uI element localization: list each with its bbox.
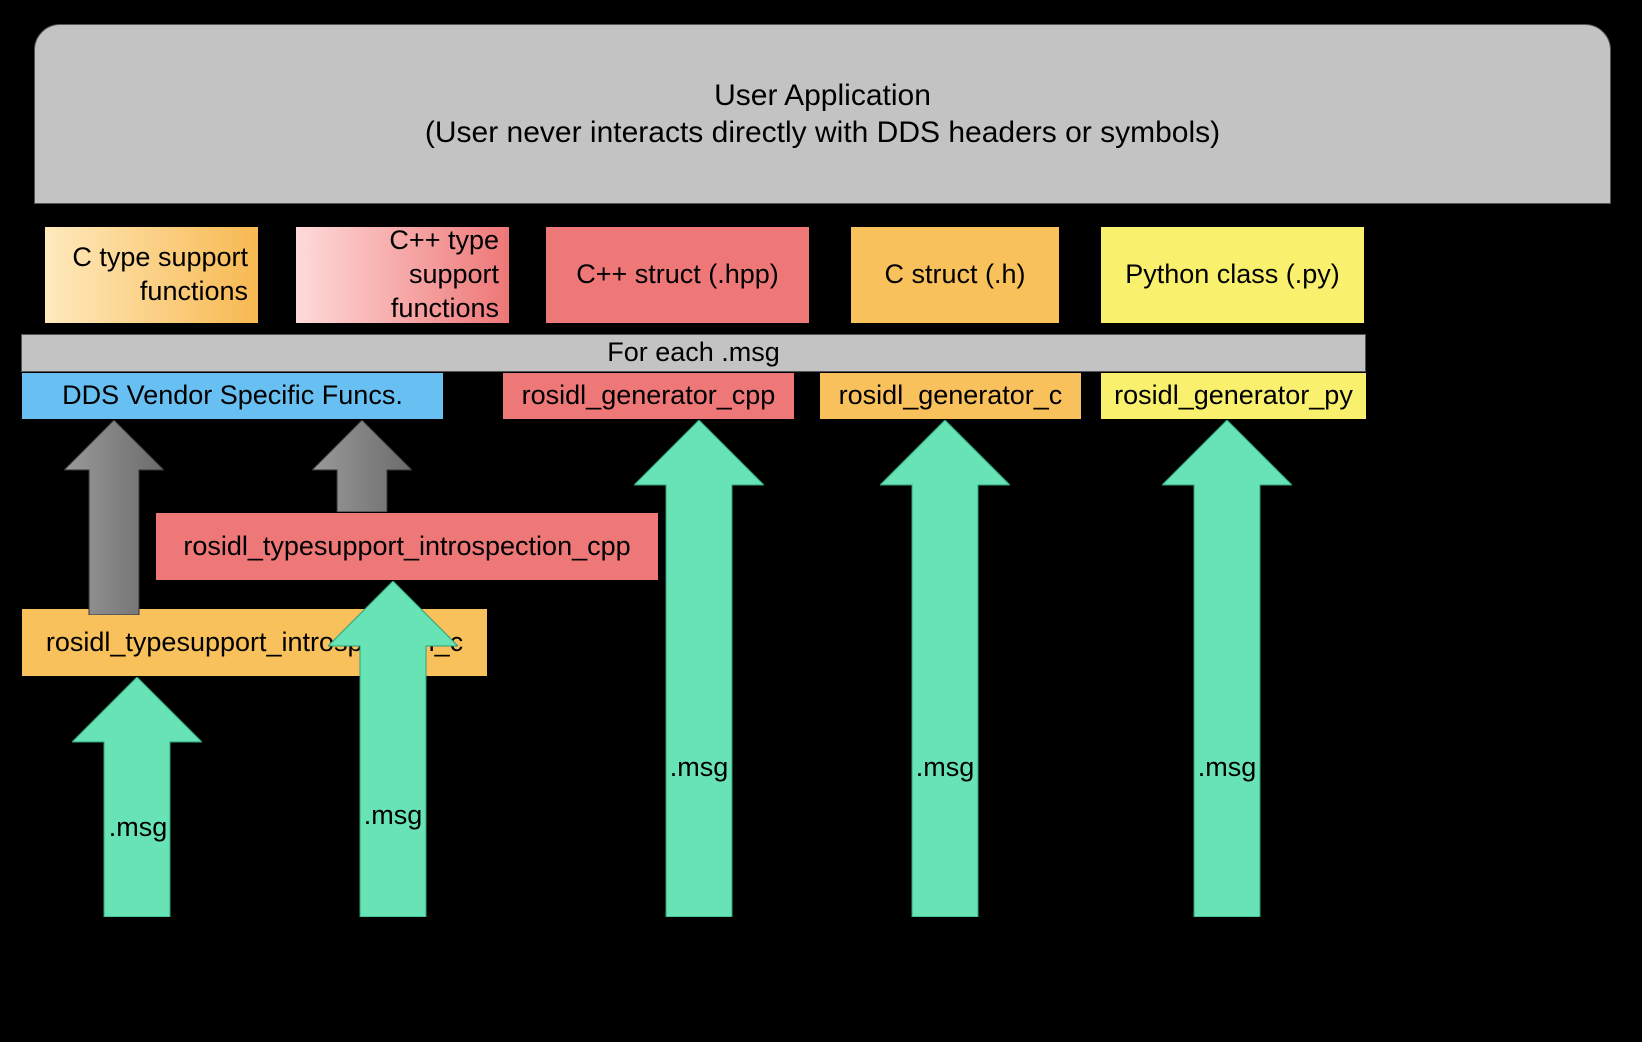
user-application-title: User Application bbox=[714, 77, 931, 115]
dds-vendor-label: DDS Vendor Specific Funcs. bbox=[62, 379, 403, 413]
python-class-label: Python class (.py) bbox=[1125, 258, 1340, 292]
rosidl-generator-cpp-box: rosidl_generator_cpp bbox=[502, 372, 795, 420]
arrow-msg-to-gen-py bbox=[1162, 420, 1292, 917]
python-class-box: Python class (.py) bbox=[1100, 226, 1365, 324]
rosidl-generator-c-label: rosidl_generator_c bbox=[839, 379, 1063, 413]
c-type-support-label: C type support functions bbox=[55, 241, 248, 309]
rosidl-generator-c-box: rosidl_generator_c bbox=[819, 372, 1082, 420]
c-struct-label: C struct (.h) bbox=[884, 258, 1025, 292]
for-each-msg-bar: For each .msg bbox=[21, 334, 1366, 372]
arrow-msg-to-gen-c bbox=[880, 420, 1010, 917]
rosidl-generator-py-label: rosidl_generator_py bbox=[1114, 379, 1353, 413]
for-each-msg-label: For each .msg bbox=[607, 336, 780, 370]
cpp-type-support-label: C++ type support functions bbox=[306, 224, 499, 325]
user-application-subtitle: (User never interacts directly with DDS … bbox=[425, 114, 1220, 152]
arrow-msg-to-gen-cpp bbox=[634, 420, 764, 917]
rosidl-generator-py-box: rosidl_generator_py bbox=[1100, 372, 1367, 420]
arrow-introspection-c-to-dds bbox=[64, 420, 164, 615]
cpp-struct-label: C++ struct (.hpp) bbox=[576, 258, 779, 292]
introspection-cpp-box: rosidl_typesupport_introspection_cpp bbox=[155, 512, 659, 581]
c-type-support-box: C type support functions bbox=[44, 226, 259, 324]
dds-vendor-box: DDS Vendor Specific Funcs. bbox=[21, 372, 444, 420]
user-application-box: User Application (User never interacts d… bbox=[34, 24, 1611, 204]
cpp-struct-box: C++ struct (.hpp) bbox=[545, 226, 810, 324]
introspection-cpp-label: rosidl_typesupport_introspection_cpp bbox=[183, 530, 630, 564]
arrow-introspection-cpp-to-dds bbox=[312, 420, 412, 512]
cpp-type-support-box: C++ type support functions bbox=[295, 226, 510, 324]
arrow-msg-to-introspection-c bbox=[72, 677, 202, 917]
rosidl-generator-cpp-label: rosidl_generator_cpp bbox=[522, 379, 776, 413]
c-struct-box: C struct (.h) bbox=[850, 226, 1060, 324]
diagram-root: User Application (User never interacts d… bbox=[0, 0, 1642, 1042]
arrow-msg-to-introspection-cpp bbox=[328, 581, 458, 917]
